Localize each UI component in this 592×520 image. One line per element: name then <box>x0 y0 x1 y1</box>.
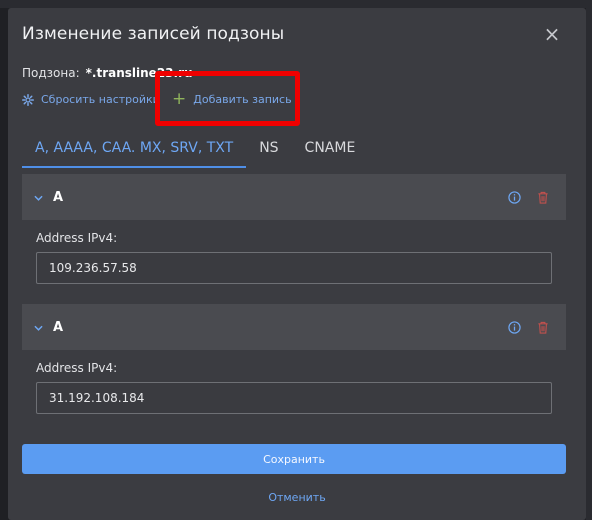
add-record-label: Добавить запись <box>193 92 292 106</box>
record-header[interactable]: A <box>22 304 566 350</box>
reset-settings-label: Сбросить настройки <box>41 93 160 106</box>
address-ipv4-label: Address IPv4: <box>36 361 118 375</box>
dialog-title: Изменение записей подзоны <box>22 24 285 44</box>
reset-settings-button[interactable]: Сбросить настройки <box>22 93 160 106</box>
close-button[interactable]: × <box>542 23 562 45</box>
record-type-tabs: A, AAAA, CAA. MX, SRV, TXT NS CNAME <box>22 138 572 170</box>
close-icon: × <box>543 22 561 46</box>
tab-cname[interactable]: CNAME <box>292 138 369 168</box>
address-ipv4-input[interactable] <box>36 382 552 414</box>
record-card: A Address IPv4: <box>22 304 566 414</box>
chevron-down-icon[interactable] <box>34 321 43 334</box>
subzone-info: Подзона: *.transline23.ru <box>22 66 193 80</box>
info-icon[interactable] <box>505 318 523 336</box>
edit-records-dialog: Изменение записей подзоны × Подзона: *.tr… <box>8 8 586 520</box>
cancel-button[interactable]: Отменить <box>268 491 325 504</box>
address-ipv4-label: Address IPv4: <box>36 231 118 245</box>
trash-icon[interactable] <box>534 188 552 206</box>
address-ipv4-input[interactable] <box>36 252 552 284</box>
gear-icon <box>22 93 34 106</box>
record-type: A <box>53 319 64 335</box>
record-type: A <box>53 189 64 205</box>
save-button[interactable]: Сохранить <box>22 444 566 474</box>
info-icon[interactable] <box>505 188 523 206</box>
subzone-label: Подзона: <box>22 66 80 80</box>
chevron-down-icon[interactable] <box>34 191 43 204</box>
record-header[interactable]: A <box>22 174 566 220</box>
subzone-value: *.transline23.ru <box>85 66 193 80</box>
add-record-button[interactable]: + Добавить запись <box>172 89 292 109</box>
cancel-link: Отменить <box>8 491 586 504</box>
backdrop-top <box>0 0 592 8</box>
record-card: A Address IPv4: <box>22 174 566 284</box>
backdrop-right <box>586 0 592 520</box>
tab-a-aaaa-caa-mx-srv-txt[interactable]: A, AAAA, CAA. MX, SRV, TXT <box>22 138 247 168</box>
plus-icon: + <box>172 89 187 109</box>
tab-ns[interactable]: NS <box>246 138 291 168</box>
trash-icon[interactable] <box>534 318 552 336</box>
